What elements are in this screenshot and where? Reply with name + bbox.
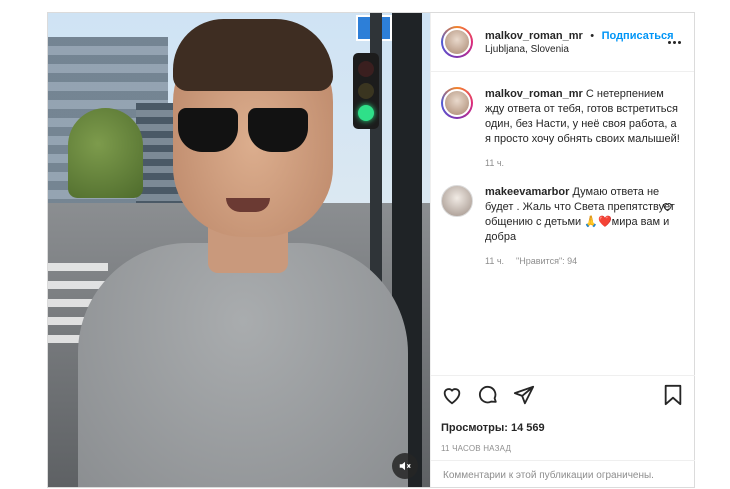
- follow-button[interactable]: Подписаться: [602, 30, 674, 42]
- post-location[interactable]: Ljubljana, Slovenia: [485, 43, 674, 57]
- speaker-muted-icon[interactable]: [392, 453, 418, 479]
- commenter-username[interactable]: makeevamarbor: [485, 186, 569, 198]
- post-timestamp[interactable]: 11 ЧАСОВ НАЗАД: [441, 444, 511, 453]
- views-count: 14 569: [510, 422, 545, 434]
- commenter-avatar[interactable]: [441, 185, 473, 217]
- comment-icon[interactable]: [477, 384, 499, 411]
- person-shirt: [78, 243, 408, 487]
- caption-meta: 11 ч.: [485, 156, 681, 171]
- comment: makeevamarbor Думаю ответа не будет . Жа…: [441, 185, 685, 269]
- post-actions: Просмотры: 14 569 11 ЧАСОВ НАЗАД Коммент…: [431, 375, 695, 489]
- comment-time[interactable]: 11 ч.: [485, 254, 504, 269]
- views-label: Просмотры:: [441, 422, 508, 434]
- author-avatar[interactable]: [441, 26, 473, 58]
- heart-icon[interactable]: [441, 384, 463, 411]
- action-icons: [441, 384, 535, 411]
- separator-dot: •: [590, 29, 595, 42]
- comment-meta: 11 ч. "Нравится": 94: [485, 254, 681, 269]
- post-sidebar: malkov_roman_mr • Подписаться Ljubljana,…: [430, 13, 695, 489]
- comment-likes[interactable]: "Нравится": 94: [516, 254, 577, 269]
- caption-username[interactable]: malkov_roman_mr: [485, 88, 583, 100]
- comment-heart-icon[interactable]: [662, 199, 673, 217]
- author-info: malkov_roman_mr • Подписаться Ljubljana,…: [485, 28, 674, 57]
- comments-list[interactable]: malkov_roman_mr С нетерпением жду ответа…: [431, 73, 695, 375]
- caption-body: malkov_roman_mr С нетерпением жду ответа…: [485, 87, 681, 171]
- post-header: malkov_roman_mr • Подписаться Ljubljana,…: [431, 13, 694, 72]
- person-hair: [173, 19, 333, 91]
- background-trees: [68, 108, 143, 198]
- traffic-light: [353, 53, 379, 129]
- post-video[interactable]: [48, 13, 430, 487]
- bookmark-icon[interactable]: [663, 384, 683, 411]
- caption: malkov_roman_mr С нетерпением жду ответа…: [441, 87, 685, 171]
- caption-time[interactable]: 11 ч.: [485, 156, 504, 171]
- views-counter[interactable]: Просмотры: 14 569: [441, 422, 545, 434]
- paper-plane-icon[interactable]: [513, 384, 535, 411]
- more-options-icon[interactable]: [668, 37, 684, 47]
- instagram-post: malkov_roman_mr • Подписаться Ljubljana,…: [47, 12, 695, 488]
- sunglasses: [178, 108, 308, 156]
- comments-disabled-notice: Комментарии к этой публикации ограничены…: [431, 460, 695, 489]
- author-avatar[interactable]: [441, 87, 473, 119]
- author-username[interactable]: malkov_roman_mr: [485, 30, 583, 42]
- comment-body: makeevamarbor Думаю ответа не будет . Жа…: [485, 185, 681, 269]
